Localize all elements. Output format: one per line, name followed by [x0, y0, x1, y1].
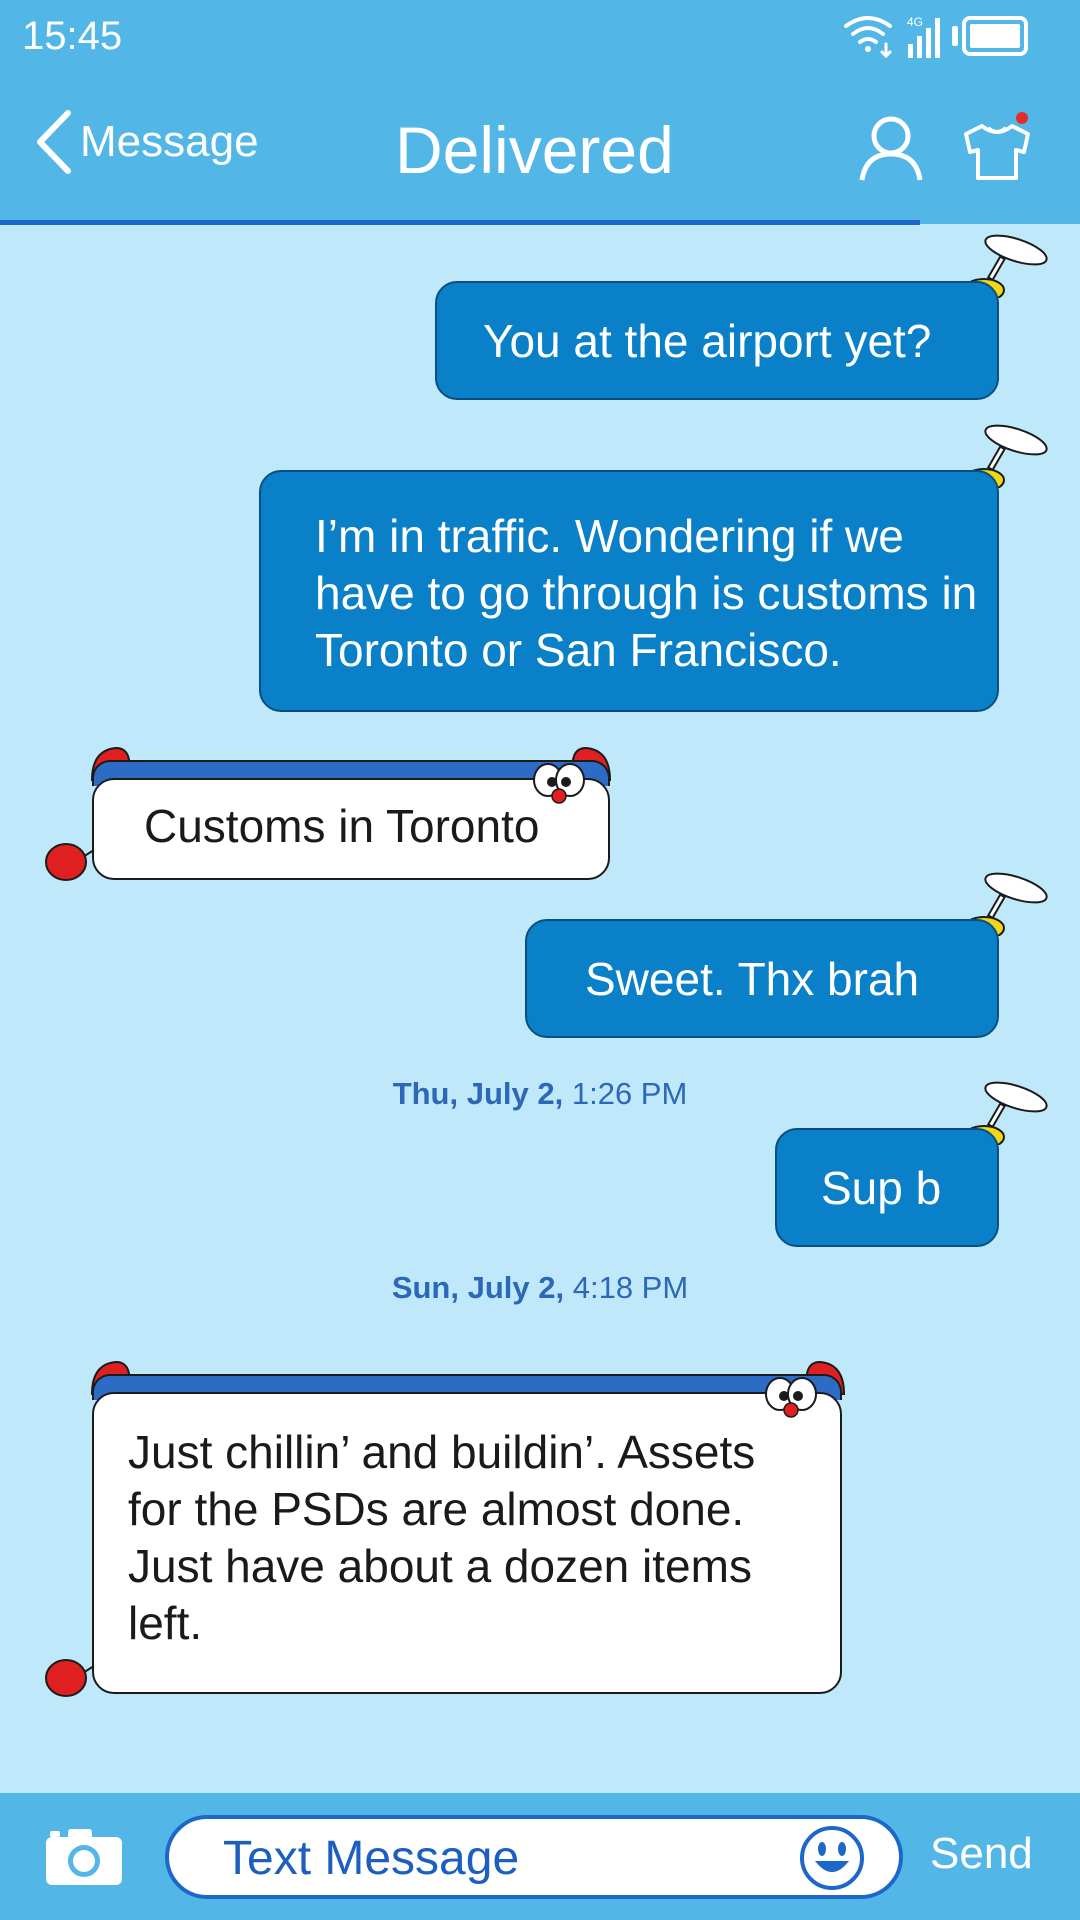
timestamp-date: Thu, July 2,: [392, 1076, 564, 1111]
back-chevron-icon: [37, 110, 71, 174]
message-text: You at the airport yet?: [483, 315, 932, 367]
camera-icon: [46, 1829, 122, 1885]
message-text: I’m in traffic. Wondering if we have to …: [315, 510, 978, 676]
status-time: 15:45: [22, 14, 123, 58]
doraemon-face-icon: [765, 1377, 817, 1418]
message-text: Customs in Toronto: [144, 800, 540, 852]
wifi-icon: [844, 16, 892, 59]
page-title: Delivered: [395, 113, 674, 187]
title-wrap: Delivered: [395, 112, 674, 188]
user-icon: [859, 116, 923, 181]
message-input[interactable]: [223, 1827, 783, 1889]
battery-icon: [952, 16, 1028, 56]
header: Message Delivered: [0, 72, 1080, 225]
timestamp-date: Sun, July 2,: [391, 1270, 565, 1305]
composer-bar: Send: [0, 1793, 1080, 1920]
message-text: Sup b: [821, 1162, 942, 1214]
back-label: Message: [80, 117, 259, 166]
bell-icon: [45, 1659, 95, 1697]
contact-button[interactable]: [858, 114, 924, 182]
timestamp-time: 1:26 PM: [571, 1076, 688, 1111]
timestamp-time: 4:18 PM: [572, 1270, 689, 1305]
tshirt-icon: [964, 124, 1030, 180]
back-button[interactable]: Message: [30, 102, 259, 182]
message-bubble-outgoing[interactable]: Sup b: [775, 1128, 999, 1247]
smiley-icon: [800, 1826, 864, 1890]
message-text: Sweet. Thx brah: [585, 953, 920, 1005]
notification-dot: [1016, 112, 1028, 124]
chat-screen: 15:45 4G Message Delivered You at the ai…: [0, 0, 1080, 1920]
status-icons: 4G: [844, 15, 1028, 59]
emoji-button[interactable]: [799, 1825, 865, 1891]
send-button[interactable]: Send: [930, 1829, 1033, 1879]
message-input-container[interactable]: [165, 1815, 903, 1899]
timestamp: Sun, July 2, 4:18 PM: [0, 1270, 1080, 1306]
message-bubble-outgoing[interactable]: I’m in traffic. Wondering if we have to …: [259, 470, 999, 712]
timestamp: Thu, July 2, 1:26 PM: [0, 1076, 1080, 1112]
send-progress-bar: [0, 220, 920, 225]
message-text: Just chillin’ and buildin’. Assets for t…: [128, 1426, 756, 1649]
camera-button[interactable]: [44, 1827, 124, 1887]
doraemon-face-icon: [533, 763, 585, 804]
message-bubble-incoming[interactable]: Just chillin’ and buildin’. Assets for t…: [92, 1392, 842, 1694]
status-bar: 15:45 4G: [0, 0, 1080, 72]
bell-icon: [45, 843, 95, 881]
theme-button[interactable]: [960, 108, 1032, 184]
message-bubble-outgoing[interactable]: Sweet. Thx brah: [525, 919, 999, 1038]
network-type-label: 4G: [907, 15, 923, 29]
message-bubble-outgoing[interactable]: You at the airport yet?: [435, 281, 999, 400]
